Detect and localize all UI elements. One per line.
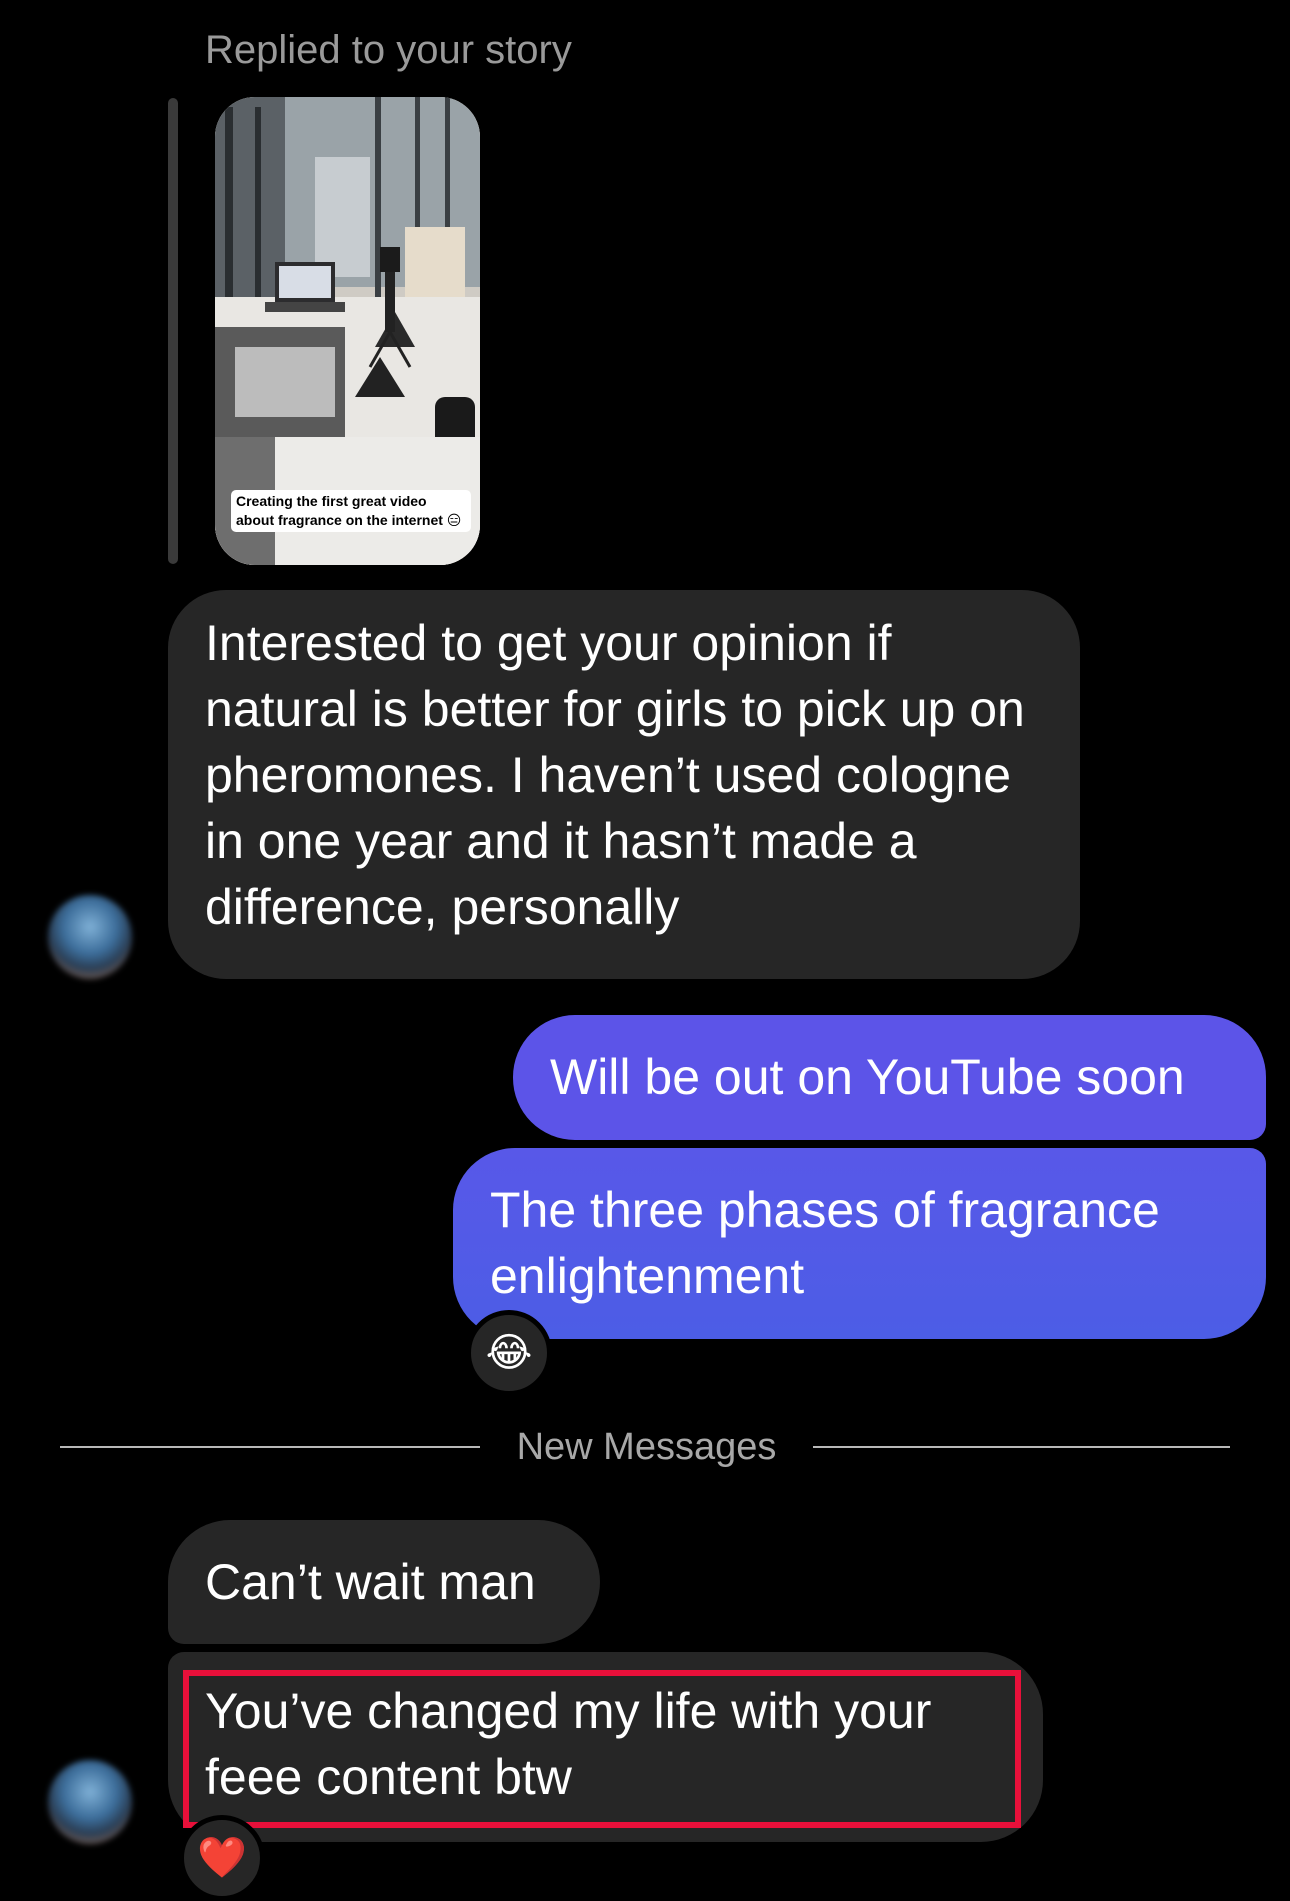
contact-avatar[interactable]	[48, 1760, 132, 1844]
contact-avatar[interactable]	[48, 895, 132, 979]
divider-line-left	[60, 1446, 480, 1448]
story-reply-caption: Replied to your story	[205, 28, 572, 72]
laugh-reaction-icon[interactable]: 😂	[466, 1310, 552, 1396]
message-bubble-incoming[interactable]: Can’t wait man	[168, 1520, 600, 1644]
message-bubble-outgoing[interactable]: Will be out on YouTube soon	[513, 1015, 1266, 1140]
story-reply-bar	[168, 98, 178, 564]
story-thumbnail-caption: Creating the first great video about fra…	[231, 490, 471, 532]
message-bubble-incoming[interactable]: Interested to get your opinion if natura…	[168, 590, 1080, 979]
message-bubble-outgoing[interactable]: The three phases of fragrance enlightenm…	[453, 1148, 1266, 1339]
heart-reaction-icon[interactable]: ❤️	[179, 1815, 265, 1901]
divider-line-right	[813, 1446, 1230, 1448]
highlight-box	[183, 1670, 1021, 1828]
story-thumbnail[interactable]: Creating the first great video about fra…	[215, 97, 480, 565]
new-messages-divider-label: New Messages	[516, 1426, 777, 1468]
